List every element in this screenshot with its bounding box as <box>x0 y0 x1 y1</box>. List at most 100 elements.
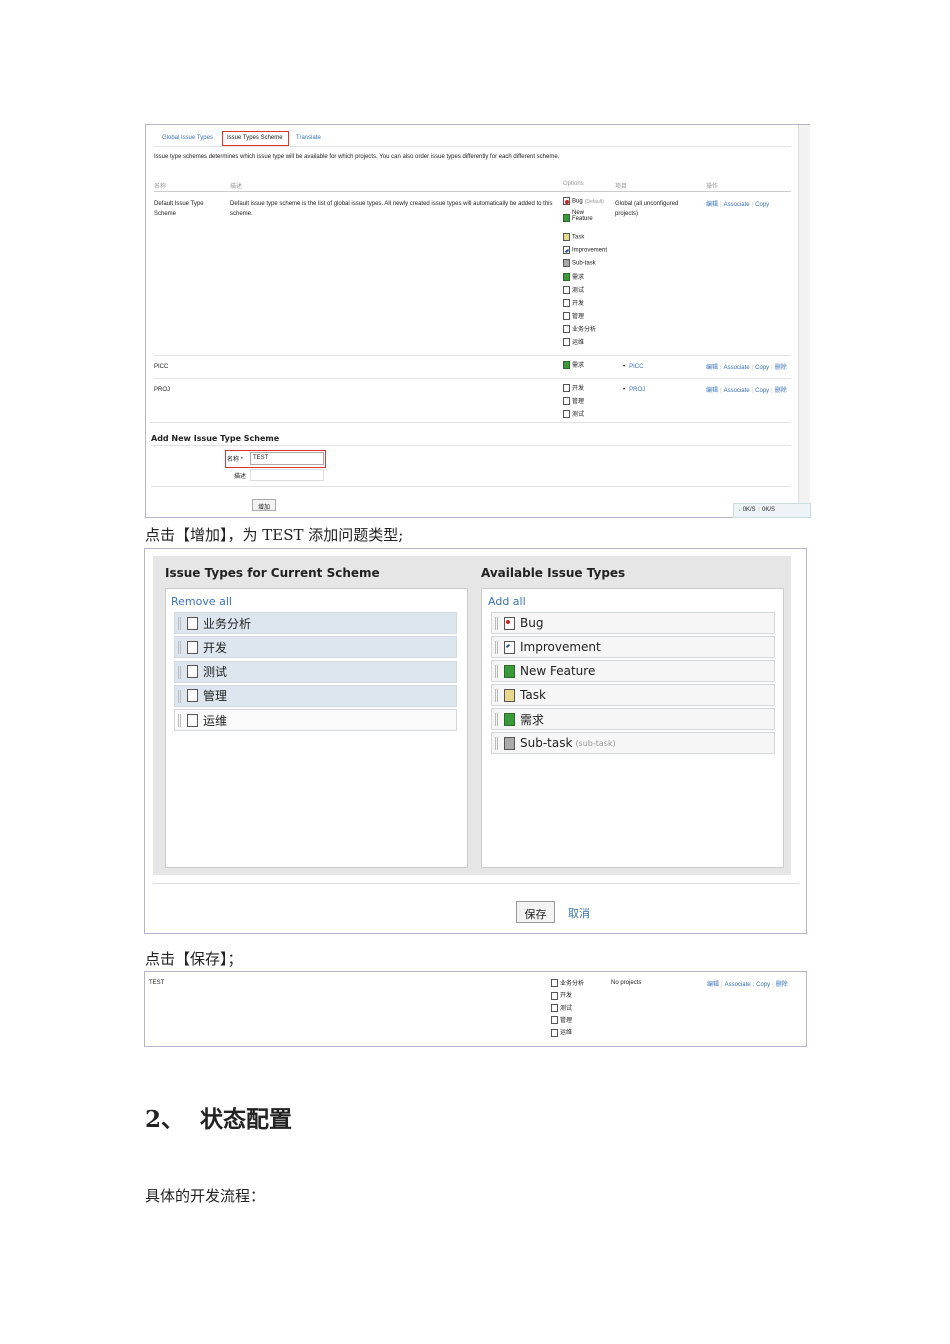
option-label: 管理 <box>572 399 585 405</box>
bug-icon <box>563 197 570 205</box>
desc-label: 描述 <box>234 474 247 480</box>
save-button[interactable]: 保存 <box>516 901 555 923</box>
option-item: Sub-task <box>563 259 596 267</box>
col-project: 项目 <box>615 184 628 190</box>
action-2[interactable]: Copy <box>755 388 769 394</box>
scheme-name: PROJ <box>154 387 171 393</box>
drag-handle-icon[interactable] <box>178 641 181 655</box>
task-icon <box>563 233 570 241</box>
name-input[interactable]: TEST <box>250 452 324 465</box>
drag-handle-icon[interactable] <box>495 689 498 702</box>
task-icon <box>504 688 515 702</box>
scheme-name: PICC <box>154 364 169 370</box>
drag-handle-icon[interactable] <box>178 665 181 679</box>
action-3[interactable]: 删除 <box>775 365 787 371</box>
option-label: 测试 <box>560 1005 573 1012</box>
option-item: 开发 <box>563 298 584 308</box>
tab-global-issue-types[interactable]: Global Issue Types <box>162 135 213 141</box>
action-3[interactable]: 删除 <box>775 388 787 394</box>
action-3[interactable]: 删除 <box>776 982 788 988</box>
drag-handle-icon[interactable] <box>495 641 498 654</box>
action-2[interactable]: Copy <box>755 365 769 371</box>
available-type-item[interactable]: 需求 <box>491 708 775 730</box>
tab-issue-types-scheme[interactable]: Issue Types Scheme <box>222 131 289 146</box>
new-feature-icon <box>563 361 570 370</box>
item-label: 开发 <box>203 640 228 655</box>
issue-type-icon <box>551 1028 558 1037</box>
drag-handle-icon[interactable] <box>178 689 181 703</box>
col-options: Options <box>563 181 584 187</box>
screenshot-issue-type-schemes: Global Issue Types Issue Types Scheme Tr… <box>145 124 811 518</box>
option-note: (Default) <box>584 198 604 205</box>
scheme-name: TEST <box>149 980 165 986</box>
option-item: 业务分析 <box>563 324 596 334</box>
separator: | <box>751 365 754 371</box>
item-label: 业务分析 <box>203 616 252 631</box>
action-0[interactable]: 编辑 <box>706 365 718 371</box>
option-item: 管理 <box>563 311 584 321</box>
option-label: 业务分析 <box>560 981 585 987</box>
cancel-link[interactable]: 取消 <box>568 905 590 921</box>
network-status: ↓ 0K/S ↑ 0K/S <box>733 503 811 518</box>
action-1[interactable]: Associate <box>724 388 750 394</box>
scrollbar[interactable] <box>798 125 810 505</box>
option-label: Improvement <box>572 247 608 254</box>
issue-type-icon <box>563 299 570 308</box>
issue-type-icon <box>563 397 570 406</box>
drag-handle-icon[interactable] <box>495 617 498 630</box>
remove-all-link[interactable]: Remove all <box>171 595 232 608</box>
project-link[interactable]: PROJ <box>629 387 645 393</box>
action-0[interactable]: 编辑 <box>706 388 718 394</box>
available-type-item[interactable]: New Feature <box>491 660 775 682</box>
current-type-item[interactable]: 开发 <box>174 636 457 659</box>
item-label: Task <box>520 688 546 702</box>
option-label: 需求 <box>572 275 585 281</box>
available-type-item[interactable]: Bug <box>491 612 775 634</box>
drag-handle-icon[interactable] <box>178 714 181 728</box>
current-type-item[interactable]: 管理 <box>174 684 457 707</box>
separator: | <box>771 388 773 394</box>
new-feature-icon <box>504 712 515 726</box>
action-2[interactable]: Copy <box>755 202 769 208</box>
drag-handle-icon[interactable] <box>495 737 498 750</box>
issue-type-icon <box>551 1004 558 1013</box>
option-label: 开发 <box>572 386 585 392</box>
issue-type-icon <box>187 640 198 654</box>
scheme-name: Default Issue Type Scheme <box>154 201 204 217</box>
option-item: 管理 <box>551 1015 572 1025</box>
item-label: New Feature <box>520 664 596 678</box>
item-label: Sub-task <box>520 736 573 750</box>
project-link[interactable]: PICC <box>629 364 643 370</box>
action-0[interactable]: 编辑 <box>707 982 719 988</box>
drag-handle-icon[interactable] <box>178 617 181 630</box>
caption-add: 点击【增加】，为 TEST 添加问题类型; <box>145 526 404 544</box>
col-name: 名称 <box>154 184 167 190</box>
add-button[interactable]: 增加 <box>252 499 276 511</box>
option-item: Bug (Default) <box>563 197 604 205</box>
current-type-item[interactable]: 运维 <box>174 709 457 732</box>
option-label: Sub-task <box>572 260 596 267</box>
option-label: 运维 <box>560 1030 573 1037</box>
drag-handle-icon[interactable] <box>495 713 498 726</box>
available-type-item[interactable]: Improvement <box>491 636 775 658</box>
action-1[interactable]: Associate <box>725 982 751 988</box>
drag-handle-icon[interactable] <box>495 665 498 678</box>
current-type-item[interactable]: 测试 <box>174 660 457 683</box>
desc-input[interactable] <box>250 469 324 481</box>
action-1[interactable]: Associate <box>724 365 750 371</box>
issue-type-icon <box>187 689 198 703</box>
current-type-item[interactable]: 业务分析 <box>174 612 457 634</box>
tab-translate[interactable]: Translate <box>296 135 321 141</box>
available-type-item[interactable]: Sub-task (sub-task) <box>491 732 775 754</box>
add-all-link[interactable]: Add all <box>488 595 526 608</box>
separator: | <box>751 202 754 208</box>
option-label: Task <box>572 234 585 241</box>
available-type-item[interactable]: Task <box>491 684 775 706</box>
bug-icon <box>504 616 515 630</box>
action-0[interactable]: 编辑 <box>706 202 718 208</box>
scheme-actions: 编辑 | Associate | Copy <box>706 199 769 208</box>
scheme-description: Default issue type scheme is the list of… <box>230 201 553 217</box>
action-1[interactable]: Associate <box>724 202 750 208</box>
issue-type-icon <box>551 991 558 1000</box>
action-2[interactable]: Copy <box>756 982 770 988</box>
